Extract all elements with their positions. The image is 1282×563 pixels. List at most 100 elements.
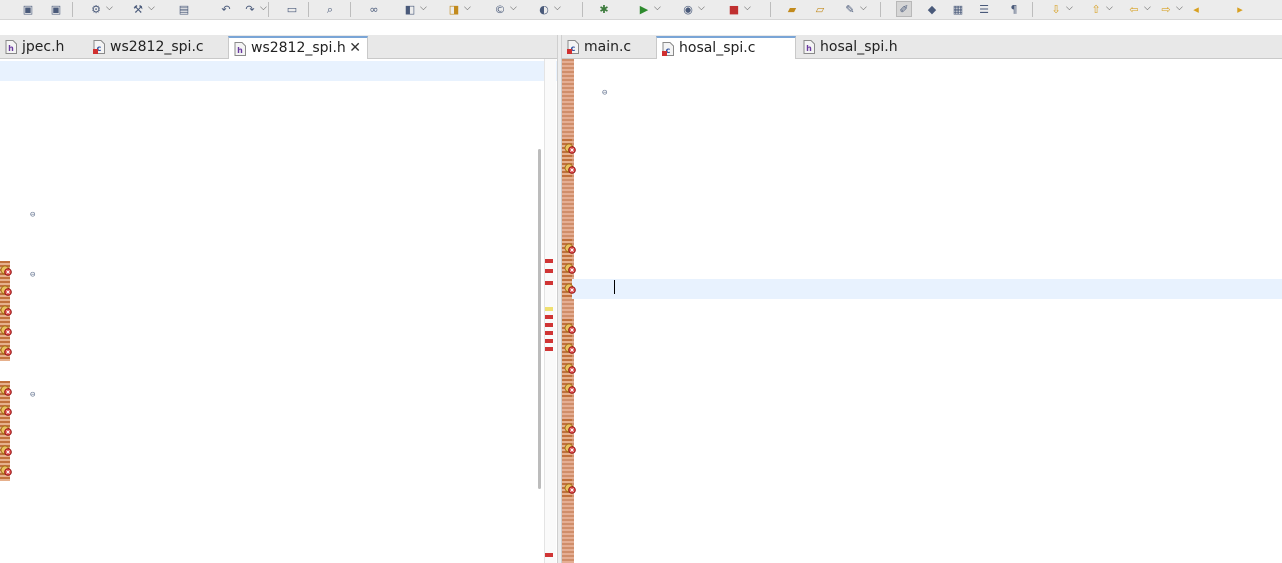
overview-marker[interactable]	[545, 553, 553, 557]
problem-marker-icon[interactable]	[0, 304, 13, 317]
tab-jpec-h[interactable]: h jpec.h	[0, 36, 86, 59]
code-line[interactable]	[562, 99, 1282, 119]
build-settings-icon[interactable]: ⚙	[88, 1, 104, 17]
left-editor[interactable]: ⊖ ⊖ ⊖	[0, 59, 557, 563]
tab-hosal-spi-h[interactable]: h hosal_spi.h	[798, 36, 922, 59]
annotation-prev-icon[interactable]: ⇧	[1088, 1, 1104, 17]
link-icon[interactable]: ∞	[366, 1, 382, 17]
right-editor[interactable]: ⊖	[562, 59, 1282, 563]
stop-icon[interactable]: ■	[726, 1, 742, 17]
code-line[interactable]	[0, 121, 557, 141]
dropdown-arrow-icon[interactable]: ⌵	[464, 3, 471, 13]
problem-marker-icon[interactable]	[0, 284, 13, 297]
code-line[interactable]	[0, 401, 557, 421]
code-line[interactable]	[0, 361, 557, 381]
forward-icon[interactable]: ⇨	[1158, 1, 1174, 17]
problem-marker-icon[interactable]	[0, 444, 13, 457]
code-line[interactable]	[0, 521, 557, 541]
problem-marker-icon[interactable]	[564, 442, 577, 455]
tab-hosal-spi-c[interactable]: c hosal_spi.c	[656, 36, 796, 59]
overview-marker[interactable]	[545, 269, 553, 273]
overview-ruler[interactable]	[544, 59, 556, 563]
new-folder-icon[interactable]: ◨	[446, 1, 462, 17]
binary-icon[interactable]: ▤	[176, 1, 192, 17]
overview-marker[interactable]	[545, 339, 553, 343]
code-line[interactable]	[562, 199, 1282, 219]
code-line[interactable]: ⊖	[0, 261, 557, 281]
problem-marker-icon[interactable]	[0, 464, 13, 477]
back-icon[interactable]: ⇦	[1126, 1, 1142, 17]
code-line[interactable]	[0, 501, 557, 521]
pen-toggle-icon[interactable]: ✐	[896, 1, 912, 17]
code-line[interactable]	[562, 459, 1282, 479]
overview-marker[interactable]	[545, 315, 553, 319]
problem-marker-icon[interactable]	[564, 422, 577, 435]
close-tab-icon[interactable]: ✕	[349, 38, 361, 58]
tab-ws2812-spi-c[interactable]: c ws2812_spi.c	[88, 36, 226, 59]
redo-icon[interactable]: ↷	[242, 1, 258, 17]
dropdown-arrow-icon[interactable]: ⌵	[148, 3, 155, 13]
problem-marker-icon[interactable]	[564, 382, 577, 395]
code-line[interactable]	[562, 299, 1282, 319]
code-line[interactable]	[0, 221, 557, 241]
code-line[interactable]	[0, 321, 557, 341]
overview-marker[interactable]	[545, 347, 553, 351]
problem-marker-icon[interactable]	[564, 242, 577, 255]
save-all-icon[interactable]: ▣	[48, 1, 64, 17]
code-line[interactable]	[0, 241, 557, 261]
overview-marker[interactable]	[545, 281, 553, 285]
problem-marker-icon[interactable]	[564, 162, 577, 175]
code-line[interactable]	[0, 181, 557, 201]
problem-marker-icon[interactable]	[564, 142, 577, 155]
code-line[interactable]: ⊖	[0, 201, 557, 221]
dropdown-arrow-icon[interactable]: ⌵	[420, 3, 427, 13]
new-class-icon[interactable]: ©	[492, 1, 508, 17]
coverage-icon[interactable]: ◉	[680, 1, 696, 17]
back-history-icon[interactable]: ◂	[1188, 1, 1204, 17]
code-line[interactable]	[0, 281, 557, 301]
dropdown-arrow-icon[interactable]: ⌵	[860, 3, 867, 13]
code-line[interactable]	[0, 81, 557, 101]
dropdown-arrow-icon[interactable]: ⌵	[1144, 3, 1151, 13]
problem-marker-icon[interactable]	[0, 404, 13, 417]
code-line[interactable]	[562, 399, 1282, 419]
tab-ws2812-spi-h[interactable]: h ws2812_spi.h ✕	[228, 36, 368, 59]
code-line[interactable]	[562, 179, 1282, 199]
brush-icon[interactable]: ✎	[842, 1, 858, 17]
annotation-next-icon[interactable]: ⇩	[1048, 1, 1064, 17]
run-icon[interactable]: ▶	[636, 1, 652, 17]
code-line[interactable]	[562, 539, 1282, 559]
problem-marker-icon[interactable]	[0, 384, 13, 397]
code-line[interactable]	[562, 319, 1282, 339]
code-line[interactable]	[0, 301, 557, 321]
problem-marker-icon[interactable]	[564, 362, 577, 375]
code-line[interactable]	[562, 359, 1282, 379]
search-icon[interactable]: ⌕	[322, 1, 338, 17]
debug-icon[interactable]: ✱	[596, 1, 612, 17]
code-line[interactable]	[562, 499, 1282, 519]
code-line[interactable]	[0, 61, 557, 81]
code-line[interactable]	[562, 339, 1282, 359]
tab-main-c[interactable]: c main.c	[562, 36, 654, 59]
paragraph-icon[interactable]: ¶	[1006, 1, 1022, 17]
dropdown-arrow-icon[interactable]: ⌵	[554, 3, 561, 13]
code-line[interactable]: ⊖	[562, 79, 1282, 99]
code-line[interactable]	[562, 479, 1282, 499]
code-line[interactable]	[0, 161, 557, 181]
code-line[interactable]	[562, 139, 1282, 159]
overview-marker[interactable]	[545, 331, 553, 335]
problem-marker-icon[interactable]	[0, 264, 13, 277]
dropdown-arrow-icon[interactable]: ⌵	[654, 3, 661, 13]
code-line[interactable]	[0, 421, 557, 441]
open-folder-icon[interactable]: ▰	[784, 1, 800, 17]
dropdown-arrow-icon[interactable]: ⌵	[698, 3, 705, 13]
code-line[interactable]	[562, 519, 1282, 539]
problem-marker-icon[interactable]	[564, 322, 577, 335]
code-line[interactable]	[0, 141, 557, 161]
problem-marker-icon[interactable]	[0, 324, 13, 337]
problem-marker-icon[interactable]	[0, 424, 13, 437]
run-config-icon[interactable]: ◐	[536, 1, 552, 17]
code-line[interactable]	[0, 461, 557, 481]
problem-marker-icon[interactable]	[564, 342, 577, 355]
hammer-icon[interactable]: ⚒	[130, 1, 146, 17]
